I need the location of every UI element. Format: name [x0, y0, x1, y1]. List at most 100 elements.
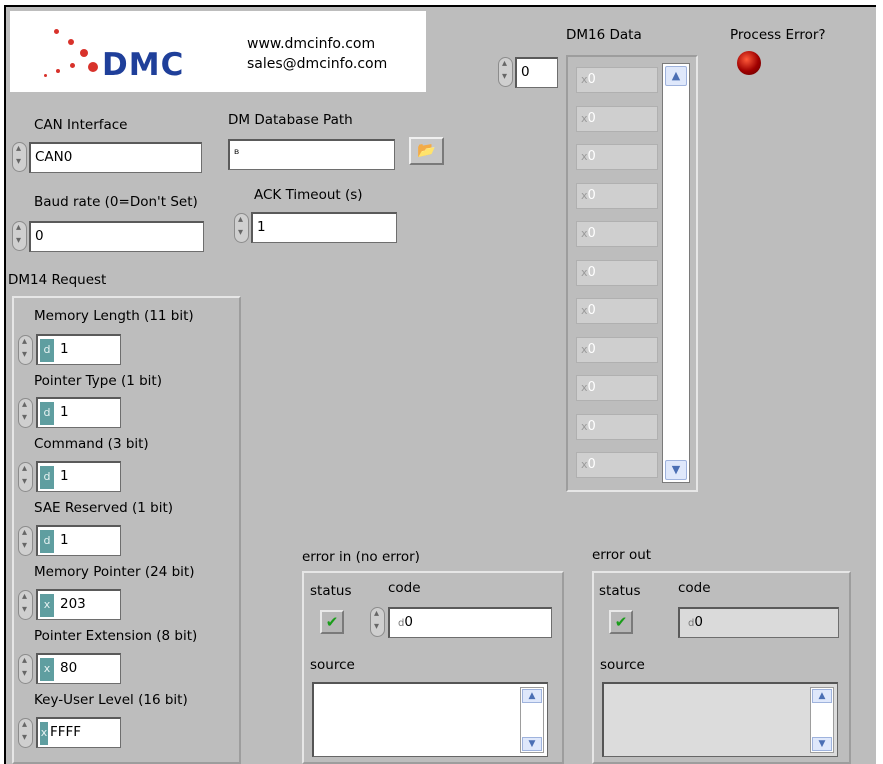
- logo-dot: [68, 39, 74, 45]
- dm16-element-value: 0: [587, 226, 596, 241]
- error-in-code-value: 0: [404, 614, 413, 630]
- key-user-level-field[interactable]: x FFFF: [36, 717, 121, 748]
- pointer-extension-field[interactable]: x 80: [36, 653, 121, 684]
- dm16-index-spinner[interactable]: [498, 57, 513, 87]
- memory-pointer-field[interactable]: x 203: [36, 589, 121, 620]
- error-in-status-label: status: [310, 583, 352, 599]
- dm16-element-value: 0: [587, 72, 596, 87]
- baud-rate-field[interactable]: 0: [29, 221, 204, 252]
- radix-indicator[interactable]: d: [40, 530, 54, 553]
- logo-website: www.dmcinfo.com: [247, 36, 376, 52]
- key-user-level-spinner[interactable]: [18, 718, 33, 748]
- memory-length-spinner[interactable]: [18, 335, 33, 365]
- pointer-type-field[interactable]: d 1: [36, 397, 121, 428]
- dm16-element-value: 0: [587, 418, 596, 434]
- ack-timeout-spinner[interactable]: [234, 213, 249, 243]
- error-out-source-scrollbar[interactable]: ▲ ▼: [810, 687, 834, 753]
- command-label: Command (3 bit): [34, 436, 149, 452]
- error-out-code-value: 0: [694, 614, 703, 630]
- dm16-array-element: x0: [576, 259, 658, 286]
- logo-brand: DMC: [102, 47, 185, 83]
- path-type-icon: ᴮ: [234, 147, 240, 161]
- dmc-logo-banner: DMC www.dmcinfo.com sales@dmcinfo.com: [10, 11, 426, 92]
- logo-dot: [70, 63, 75, 68]
- dm16-array-element: x0: [576, 144, 658, 170]
- logo-dot: [88, 62, 98, 72]
- dm16-array-element: x0: [576, 221, 658, 247]
- dm16-element-value: 0: [587, 187, 596, 203]
- pointer-extension-value: 80: [60, 660, 78, 676]
- folder-icon: 📂: [417, 141, 436, 159]
- dm16-array-element: x0: [576, 452, 658, 478]
- scroll-up-button[interactable]: ▲: [812, 689, 832, 703]
- process-error-led: [737, 51, 761, 75]
- dm16-index-field[interactable]: 0: [515, 57, 558, 88]
- db-path-field[interactable]: ᴮ: [228, 139, 395, 170]
- can-interface-field[interactable]: CAN0: [29, 142, 202, 173]
- pointer-type-spinner[interactable]: [18, 398, 33, 428]
- pointer-type-value: 1: [60, 404, 69, 420]
- error-out-code-label: code: [678, 580, 711, 596]
- dm16-element-value: 0: [587, 341, 596, 357]
- radix-indicator[interactable]: d: [40, 402, 54, 425]
- error-in-source-scrollbar[interactable]: ▲ ▼: [520, 687, 544, 753]
- browse-folder-button[interactable]: 📂: [409, 137, 444, 165]
- ack-timeout-label: ACK Timeout (s): [254, 187, 363, 203]
- radix-indicator[interactable]: x: [40, 594, 54, 617]
- process-error-label: Process Error?: [730, 27, 826, 43]
- error-in-code-label: code: [388, 580, 421, 596]
- scroll-down-button[interactable]: ▼: [522, 737, 542, 751]
- dm16-scrollbar[interactable]: ▲ ▼: [662, 63, 690, 483]
- error-in-status-checkbox[interactable]: ✔: [320, 610, 344, 634]
- memory-length-value: 1: [60, 341, 69, 357]
- error-in-code-spinner[interactable]: [370, 607, 385, 637]
- sae-reserved-field[interactable]: d 1: [36, 525, 121, 556]
- command-field[interactable]: d 1: [36, 461, 121, 492]
- key-user-level-value: FFFF: [50, 724, 82, 740]
- dm16-element-value: 0: [587, 110, 596, 126]
- ack-timeout-field[interactable]: 1: [251, 212, 397, 243]
- radix-indicator[interactable]: d: [40, 466, 54, 489]
- scroll-down-button[interactable]: ▼: [665, 460, 687, 480]
- command-spinner[interactable]: [18, 462, 33, 492]
- dm16-array-element: x0: [576, 182, 658, 209]
- error-in-source-field[interactable]: ▲ ▼: [312, 682, 548, 757]
- memory-pointer-spinner[interactable]: [18, 590, 33, 620]
- error-out-code-field: d0: [678, 607, 839, 638]
- logo-dot: [56, 69, 60, 73]
- scroll-up-button[interactable]: ▲: [522, 689, 542, 703]
- error-out-source-field: ▲ ▼: [602, 682, 838, 757]
- memory-length-label: Memory Length (11 bit): [34, 308, 194, 324]
- pointer-extension-spinner[interactable]: [18, 654, 33, 684]
- scroll-down-button[interactable]: ▼: [812, 737, 832, 751]
- sae-reserved-label: SAE Reserved (1 bit): [34, 500, 174, 516]
- key-user-level-label: Key-User Level (16 bit): [34, 692, 188, 708]
- dm16-element-value: 0: [587, 303, 596, 318]
- error-out-status-indicator: ✔: [609, 610, 633, 634]
- sae-reserved-value: 1: [60, 532, 69, 548]
- pointer-extension-label: Pointer Extension (8 bit): [34, 628, 198, 644]
- memory-length-field[interactable]: d 1: [36, 334, 121, 365]
- error-in-code-field[interactable]: d0: [388, 607, 552, 638]
- dm14-title: DM14 Request: [8, 272, 107, 288]
- dm16-element-value: 0: [587, 380, 596, 395]
- scroll-up-button[interactable]: ▲: [665, 66, 687, 86]
- logo-dot: [44, 74, 47, 77]
- dm16-array-element: x0: [576, 67, 658, 93]
- sae-reserved-spinner[interactable]: [18, 526, 33, 556]
- radix-indicator[interactable]: d: [40, 339, 54, 362]
- dm16-title: DM16 Data: [566, 27, 642, 43]
- logo-email: sales@dmcinfo.com: [247, 56, 388, 72]
- radix-indicator[interactable]: x: [40, 722, 48, 745]
- dm16-element-value: 0: [587, 264, 596, 280]
- can-interface-spinner[interactable]: [12, 142, 27, 172]
- error-out-status-label: status: [599, 583, 641, 599]
- memory-pointer-label: Memory Pointer (24 bit): [34, 564, 195, 580]
- dm16-array-frame: x0 x0 x0 x0 x0 x0 x0 x0 x0 x0 x0 ▲ ▼: [566, 55, 698, 492]
- error-in-title: error in (no error): [302, 549, 420, 565]
- baud-rate-spinner[interactable]: [12, 221, 27, 251]
- memory-pointer-value: 203: [60, 596, 86, 612]
- radix-indicator[interactable]: x: [40, 658, 54, 681]
- dm16-array-element: x0: [576, 336, 658, 363]
- logo-contact: www.dmcinfo.com sales@dmcinfo.com: [247, 34, 387, 74]
